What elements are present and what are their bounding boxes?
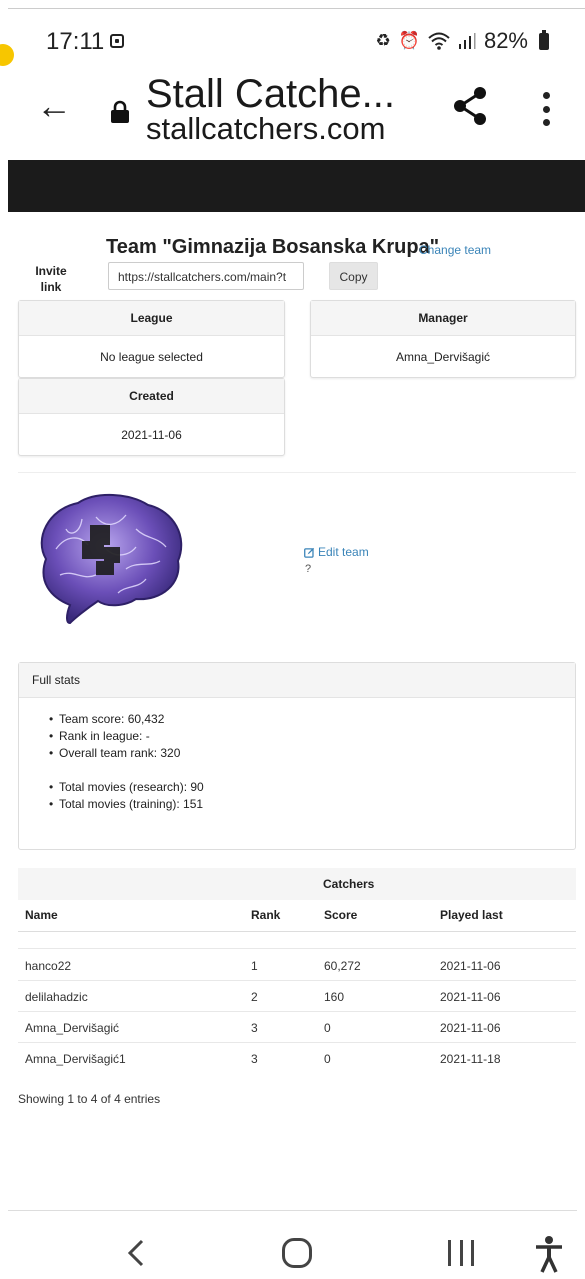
league-card-value: No league selected: [100, 350, 203, 364]
team-avatar-brain: [40, 493, 183, 625]
change-team-link[interactable]: Change team: [419, 243, 491, 257]
site-header: [8, 160, 585, 212]
browser-toolbar: ← Stall Catche... stallcatchers.com: [0, 72, 585, 152]
battery-icon: [539, 29, 549, 50]
status-bar: 17:11 ♻ ⏰ 82%: [0, 0, 585, 80]
team-profile-section: Edit team ?: [18, 472, 576, 649]
invite-link-input[interactable]: https://stallcatchers.com/main?t: [108, 262, 304, 290]
manager-card-title: Manager: [311, 301, 575, 336]
column-header-score[interactable]: Score: [324, 908, 357, 922]
cell-name: hanco22: [25, 959, 72, 973]
notification-dot: [0, 44, 14, 66]
row-divider: [18, 980, 576, 981]
cell-played-last: 2021-11-06: [440, 990, 501, 1004]
column-header-rank[interactable]: Rank: [251, 908, 280, 922]
manager-card-value: Amna_Dervišagić: [395, 350, 491, 364]
cell-score: 60,272: [324, 959, 361, 973]
accessibility-icon[interactable]: [533, 1234, 565, 1274]
nav-divider: [8, 1210, 577, 1211]
wifi-icon: [428, 32, 450, 50]
stat-overall-rank: Overall team rank: 320: [49, 745, 575, 762]
back-arrow-icon[interactable]: ←: [36, 88, 72, 124]
edit-icon: [304, 547, 315, 558]
share-icon[interactable]: [452, 86, 488, 126]
more-vert-icon[interactable]: [540, 92, 552, 126]
cell-name: Amna_Dervišagić: [25, 1021, 120, 1035]
copy-button[interactable]: Copy: [329, 262, 378, 290]
cell-played-last: 2021-11-06: [440, 1021, 501, 1035]
created-card-value: 2021-11-06: [121, 428, 182, 442]
full-stats-title: Full stats: [19, 663, 575, 698]
created-card: Created 2021-11-06: [18, 378, 285, 456]
nav-home-icon[interactable]: [282, 1238, 312, 1268]
cell-rank: 3: [251, 1052, 258, 1066]
cell-rank: 2: [251, 990, 258, 1004]
status-time: 17:11: [46, 28, 105, 55]
cell-played-last: 2021-11-18: [440, 1052, 501, 1066]
manager-card: Manager Amna_Dervišagić: [310, 300, 576, 378]
edit-team-link[interactable]: Edit team: [304, 545, 369, 559]
created-card-title: Created: [19, 379, 284, 414]
row-divider: [18, 948, 576, 949]
league-card-title: League: [19, 301, 284, 336]
nav-back-icon[interactable]: [124, 1235, 148, 1271]
cell-score: 160: [324, 990, 345, 1004]
signal-icon: [458, 33, 476, 49]
lock-icon[interactable]: [110, 100, 130, 124]
stat-movies-training: Total movies (training): 151: [49, 796, 575, 813]
cell-score: 0: [324, 1021, 331, 1035]
cell-name: delilahadzic: [25, 990, 88, 1004]
gallery-icon: [110, 34, 124, 48]
nav-recents-icon[interactable]: [448, 1240, 474, 1266]
table-header-divider: [18, 931, 576, 932]
alarm-icon: ⏰: [398, 31, 420, 50]
url-domain[interactable]: stallcatchers.com: [146, 112, 385, 146]
cell-score: 0: [324, 1052, 331, 1066]
stat-rank-in-league: Rank in league: -: [49, 728, 575, 745]
stat-movies-research: Total movies (research): 90: [49, 779, 575, 796]
cell-rank: 3: [251, 1021, 258, 1035]
table-info: Showing 1 to 4 of 4 entries: [18, 1092, 161, 1106]
edit-team-label: Edit team: [318, 545, 369, 559]
catchers-table-title: Catchers: [18, 868, 576, 900]
row-divider: [18, 1011, 576, 1012]
cell-played-last: 2021-11-06: [440, 959, 501, 973]
full-stats-card: Full stats Team score: 60,432 Rank in le…: [18, 662, 576, 850]
row-divider: [18, 1042, 576, 1043]
recycle-icon: ♻: [375, 31, 391, 50]
status-icons: ♻ ⏰ 82%: [376, 28, 549, 54]
cell-name: Amna_Dervišagić1: [25, 1052, 126, 1066]
cell-rank: 1: [251, 959, 258, 973]
stat-team-score: Team score: 60,432: [49, 711, 575, 728]
team-description: ?: [305, 563, 312, 575]
team-title: Team "Gimnazija Bosanska Krupa": [106, 236, 440, 258]
league-card: League No league selected: [18, 300, 285, 378]
page-title-tab[interactable]: Stall Catche...: [146, 72, 395, 116]
column-header-name[interactable]: Name: [25, 908, 58, 922]
top-divider: [8, 8, 585, 9]
invite-link-label: Invite link: [35, 264, 67, 294]
stats-list: Team score: 60,432 Rank in league: - Ove…: [19, 698, 575, 813]
column-header-played-last[interactable]: Played last: [440, 908, 503, 922]
battery-percent: 82%: [483, 28, 528, 53]
